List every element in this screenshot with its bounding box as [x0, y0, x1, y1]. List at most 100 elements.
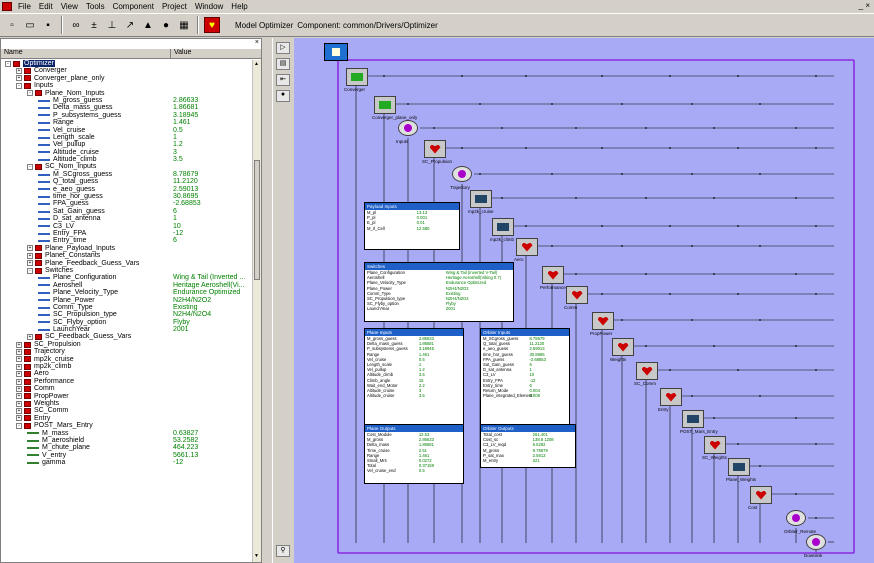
downlink-node[interactable]	[806, 534, 826, 550]
new-file-icon[interactable]: ▫	[4, 17, 20, 33]
tree-row[interactable]: D_sat_antenna 1	[1, 215, 253, 222]
tree-row[interactable]: SC_Flyby_option Flyby	[1, 319, 253, 326]
performance-node[interactable]	[542, 266, 564, 284]
tree-row-value[interactable]: 3.18945	[173, 112, 198, 119]
inputs-node[interactable]	[398, 120, 418, 136]
tree-row-value[interactable]: Endurance Optimized	[173, 289, 240, 296]
tree-row[interactable]: + PropPower	[1, 393, 253, 400]
tree-row[interactable]: - Inputs	[1, 82, 253, 89]
tree-row-value[interactable]: 53.2582	[173, 437, 198, 444]
tree-row-value[interactable]: 3	[173, 149, 177, 156]
trajectory-node[interactable]	[452, 166, 472, 182]
scroll-thumb[interactable]	[254, 160, 260, 280]
tree-row[interactable]: gamma -12	[1, 459, 253, 466]
tree-row[interactable]: + Aero	[1, 370, 253, 377]
table-tool-icon[interactable]: ▤	[276, 58, 290, 70]
expand-icon[interactable]: +	[16, 348, 22, 355]
name-column-header[interactable]: Name	[1, 49, 171, 58]
model-icon[interactable]: ▲	[140, 17, 156, 33]
tree-row[interactable]: e_aeo_guess 2.59013	[1, 186, 253, 193]
tree-row[interactable]: M_gross_guess 2.86633	[1, 97, 253, 104]
value-column-header[interactable]: Value	[171, 49, 191, 58]
tree-row[interactable]: M_chute_plane 464.223	[1, 444, 253, 451]
tree-row-value[interactable]: 3.5	[173, 156, 183, 163]
tree-row[interactable]: + mp2k_climb	[1, 363, 253, 370]
expand-icon[interactable]: +	[16, 378, 22, 385]
expand-icon[interactable]: +	[16, 400, 22, 407]
optimizer-node[interactable]	[324, 43, 348, 61]
post_mars-node[interactable]	[682, 410, 704, 428]
tree-row[interactable]: + Planet_Constants	[1, 252, 253, 259]
tree-row[interactable]: + SC_Feedback_Guess_Vars	[1, 333, 253, 340]
tree-row[interactable]: Altitude_climb 3.5	[1, 156, 253, 163]
expand-icon[interactable]: +	[16, 356, 22, 363]
tree-row[interactable]: time_hor_guess 30.8695	[1, 193, 253, 200]
tree-row-value[interactable]: Wing & Tail (Inverted ...	[173, 274, 245, 281]
menu-tools[interactable]: Tools	[82, 0, 109, 13]
graph-icon[interactable]: ▦	[176, 17, 192, 33]
menu-window[interactable]: Window	[191, 0, 227, 13]
menu-component[interactable]: Component	[109, 0, 158, 13]
tree-row[interactable]: - Switches	[1, 267, 253, 274]
tree-row-value[interactable]: -12	[173, 459, 183, 466]
tree-row[interactable]: Aeroshell Heritage Aeroshell(Vi...	[1, 282, 253, 289]
tree-row[interactable]: Altitude_cruise 3	[1, 149, 253, 156]
data-panel[interactable]: Payload Inputs M_pl 13.13 P_pl 0.001 E_pl 0.01…	[364, 202, 460, 250]
chart-icon[interactable]: ↗	[122, 17, 138, 33]
window-controls[interactable]: _ ×	[859, 1, 870, 10]
tree-row[interactable]: - SC_Nom_Inputs	[1, 163, 253, 170]
add-component-icon[interactable]: ±	[86, 17, 102, 33]
tree-row-value[interactable]: N2H4/N2O2	[173, 297, 211, 304]
converger-node[interactable]	[346, 68, 368, 86]
tree-row[interactable]: P_subsystems_guess 3.18945	[1, 112, 253, 119]
tree-row[interactable]: - Optimizer	[1, 60, 253, 68]
tree-row-value[interactable]: N2H4/N2O4	[173, 311, 211, 318]
tree-row[interactable]: + Weights	[1, 400, 253, 407]
tree-row-value[interactable]: 2.86633	[173, 97, 198, 104]
plane_weights-node[interactable]	[728, 458, 750, 476]
mp2k_cruise-node[interactable]	[470, 190, 492, 208]
sc_weights-node[interactable]	[704, 436, 726, 454]
tree-row-value[interactable]: 2.59013	[173, 186, 198, 193]
tree-row[interactable]: Sat_Gain_guess 6	[1, 208, 253, 215]
tree-row-value[interactable]: 1.2	[173, 141, 183, 148]
zoom-icon[interactable]: ⚲	[276, 545, 290, 557]
close-icon[interactable]: ×	[255, 39, 259, 46]
tree-row[interactable]: Range 1.461	[1, 119, 253, 126]
entry-node[interactable]	[660, 388, 682, 406]
expand-icon[interactable]: +	[16, 363, 22, 370]
tree-row-value[interactable]: 11.2120	[173, 178, 198, 185]
heart-icon[interactable]: ♥	[204, 17, 220, 33]
tree-row[interactable]: + SC_Comm	[1, 407, 253, 414]
scroll-down-icon[interactable]: ▼	[254, 553, 260, 561]
scroll-up-icon[interactable]: ▲	[254, 61, 260, 69]
tree-row-value[interactable]: Heritage Aeroshell(Vi...	[173, 282, 244, 289]
sc_propulsion-node[interactable]	[424, 140, 446, 158]
cost-node[interactable]	[750, 486, 772, 504]
tree-row[interactable]: Plane_Configuration Wing & Tail (Inverted…	[1, 274, 253, 281]
tree-row[interactable]: M_SCgross_guess 8.78679	[1, 171, 253, 178]
tree-row[interactable]: + Trajectory	[1, 348, 253, 355]
collapse-icon[interactable]: -	[16, 422, 22, 429]
tree-row[interactable]: - POST_Mars_Entry	[1, 422, 253, 429]
tree-row-value[interactable]: 0.5	[173, 127, 183, 134]
expand-icon[interactable]: +	[16, 371, 22, 378]
menu-view[interactable]: View	[57, 0, 82, 13]
collapse-icon[interactable]: -	[27, 267, 33, 274]
data-panel[interactable]: Orbiter Inputs M_SCgross_guess 8.78679 Q_to…	[480, 328, 570, 432]
tree-row[interactable]: Q_total_guess 11.2120	[1, 178, 253, 185]
tree-row[interactable]: Entry_FPA -12	[1, 230, 253, 237]
tree-row-value[interactable]: 10	[173, 223, 181, 230]
tree-row-value[interactable]: 6	[173, 237, 177, 244]
link-icon[interactable]: ∞	[68, 17, 84, 33]
tree-row-value[interactable]: -12	[173, 230, 183, 237]
expand-icon[interactable]: +	[16, 75, 22, 82]
menu-help[interactable]: Help	[227, 0, 251, 13]
tree-row-value[interactable]: -2.68853	[173, 200, 201, 207]
tree-row-value[interactable]: 1	[173, 215, 177, 222]
model-canvas[interactable]: Converger Converger_plane_only Inputs SC_Pr…	[294, 38, 874, 563]
expand-icon[interactable]: +	[16, 341, 22, 348]
tree-row[interactable]: Vel_pullup 1.2	[1, 141, 253, 148]
orbiter_remote-node[interactable]	[786, 510, 806, 526]
tree-row-value[interactable]: 1.86681	[173, 104, 198, 111]
